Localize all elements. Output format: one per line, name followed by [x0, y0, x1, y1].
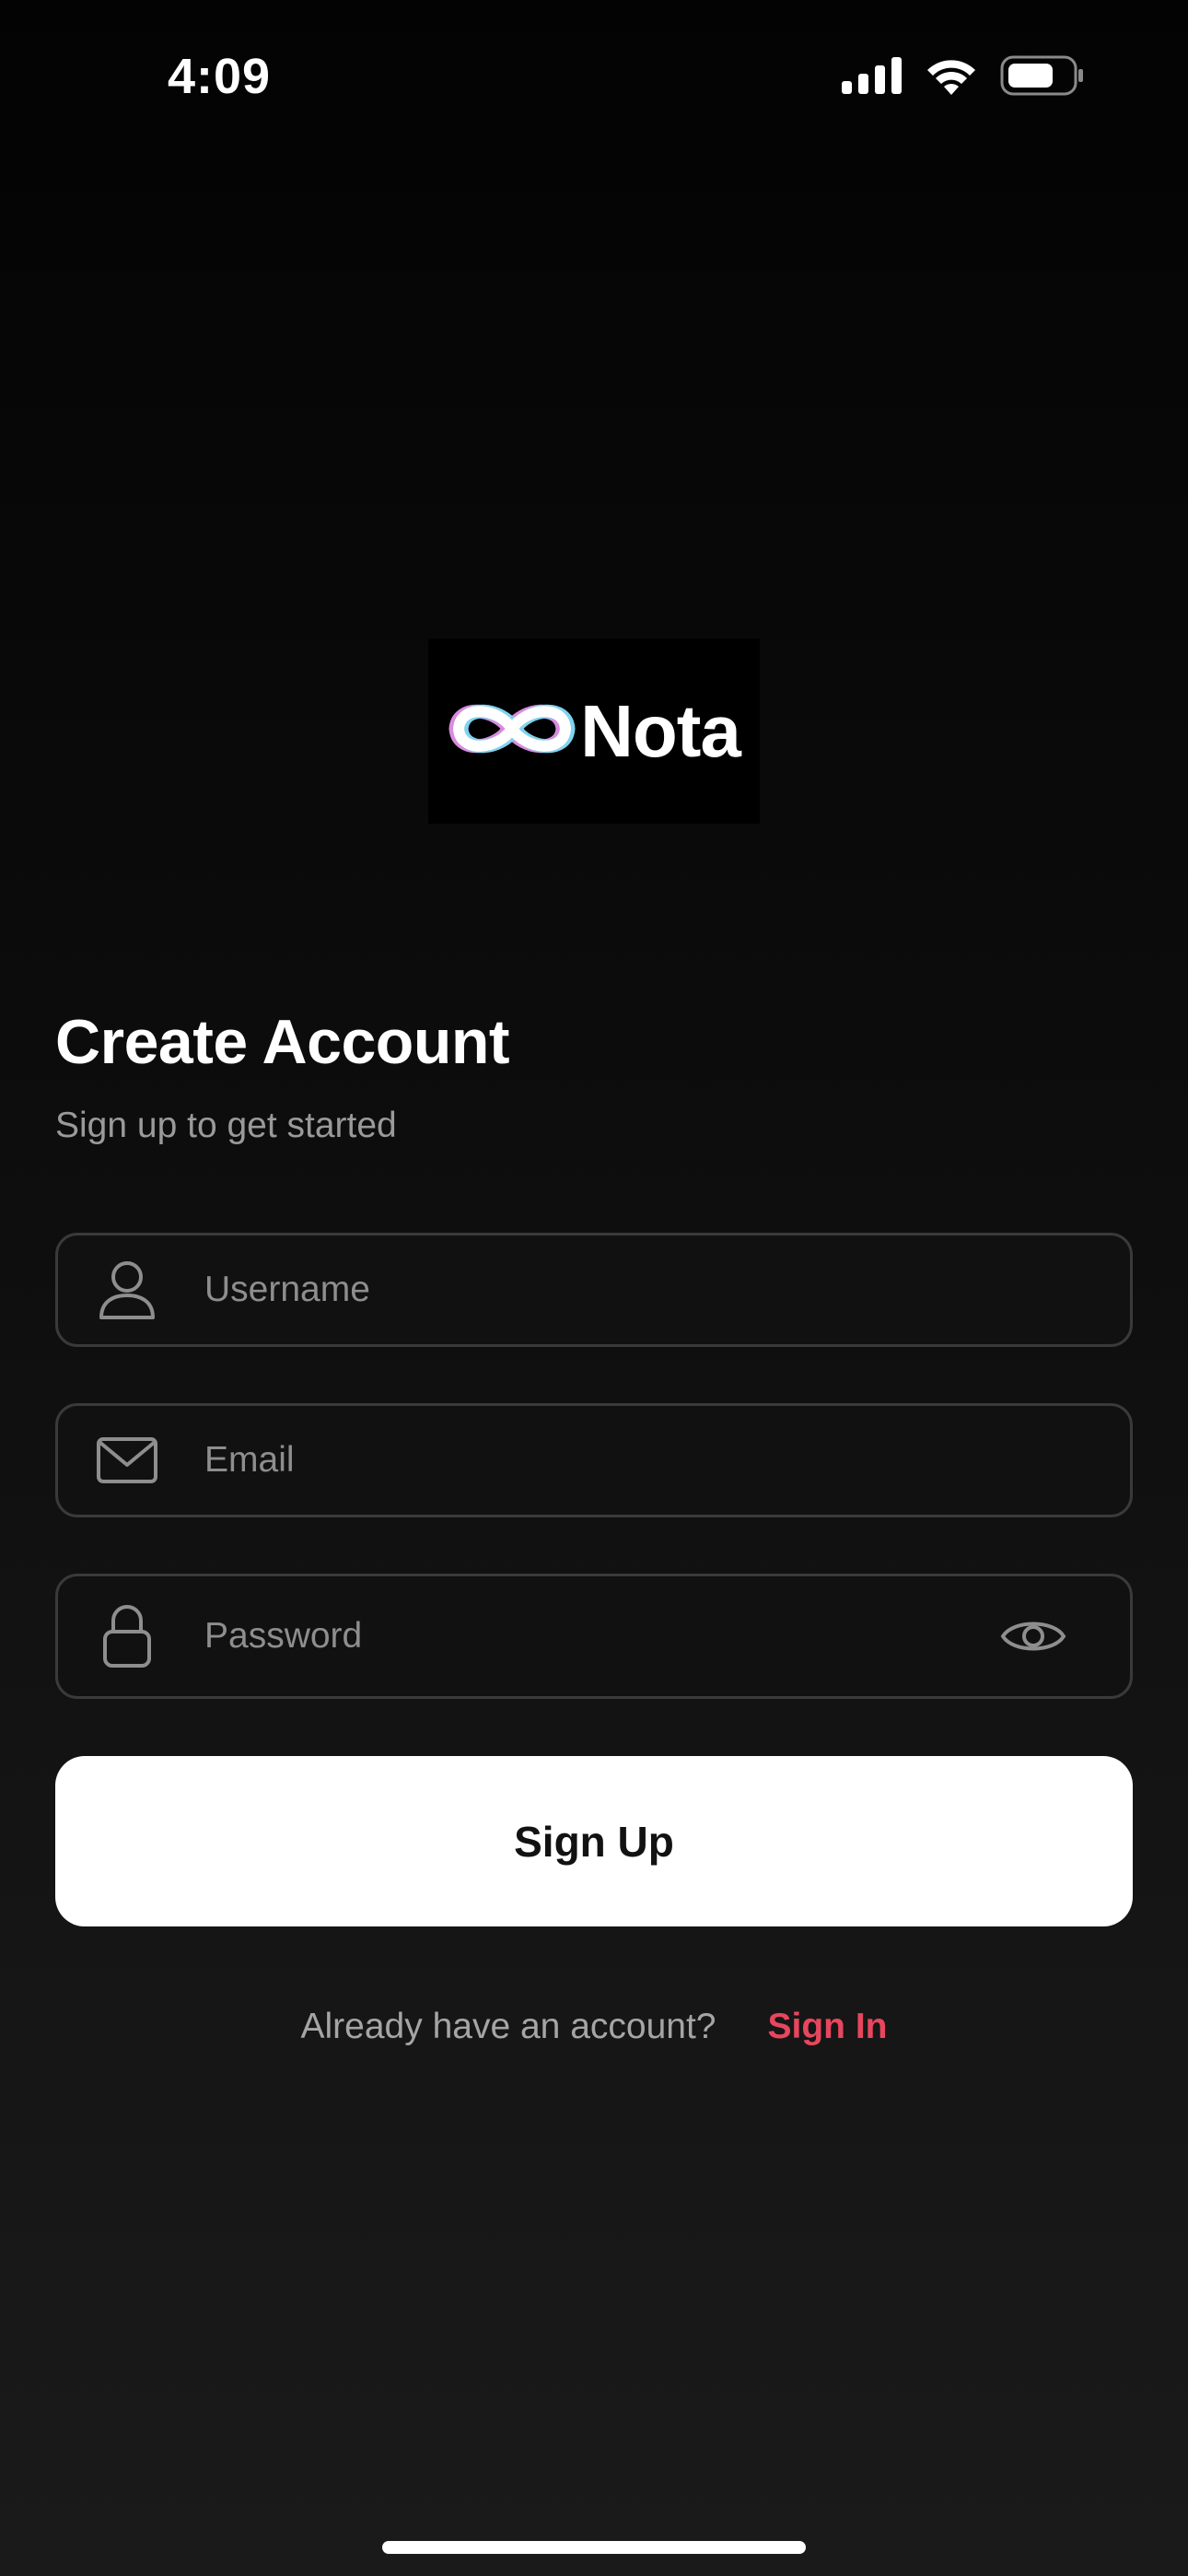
home-indicator[interactable]	[382, 2541, 806, 2554]
email-field[interactable]	[55, 1403, 1133, 1517]
person-icon	[90, 1259, 164, 1321]
wifi-icon	[925, 56, 978, 100]
page-subtitle: Sign up to get started	[55, 1106, 397, 1145]
cellular-signal-icon	[842, 57, 903, 99]
sign-in-prompt: Already have an account? Sign In	[0, 2007, 1188, 2047]
page-title: Create Account	[55, 1007, 510, 1077]
username-input[interactable]	[204, 1235, 1130, 1344]
password-field[interactable]	[55, 1574, 1133, 1699]
status-icons	[842, 55, 1085, 100]
status-time: 4:09	[168, 49, 272, 104]
sign-in-question: Already have an account?	[300, 2007, 716, 2046]
email-input[interactable]	[204, 1406, 1130, 1515]
status-bar: 4:09	[0, 0, 1188, 157]
app-logo: Nota	[428, 638, 760, 824]
eye-icon[interactable]	[992, 1614, 1075, 1658]
sign-in-link[interactable]: Sign In	[767, 2007, 887, 2047]
password-input[interactable]	[204, 1576, 992, 1696]
envelope-icon	[90, 1437, 164, 1483]
logo-text: Nota	[580, 689, 741, 772]
signup-screen: 4:09 Nota Create Account Sign up to get …	[0, 0, 1188, 2576]
battery-icon	[1000, 55, 1085, 100]
username-field[interactable]	[55, 1233, 1133, 1347]
lock-icon	[90, 1604, 164, 1669]
infinity-icon	[448, 697, 577, 766]
sign-up-button[interactable]: Sign Up	[55, 1756, 1133, 1926]
